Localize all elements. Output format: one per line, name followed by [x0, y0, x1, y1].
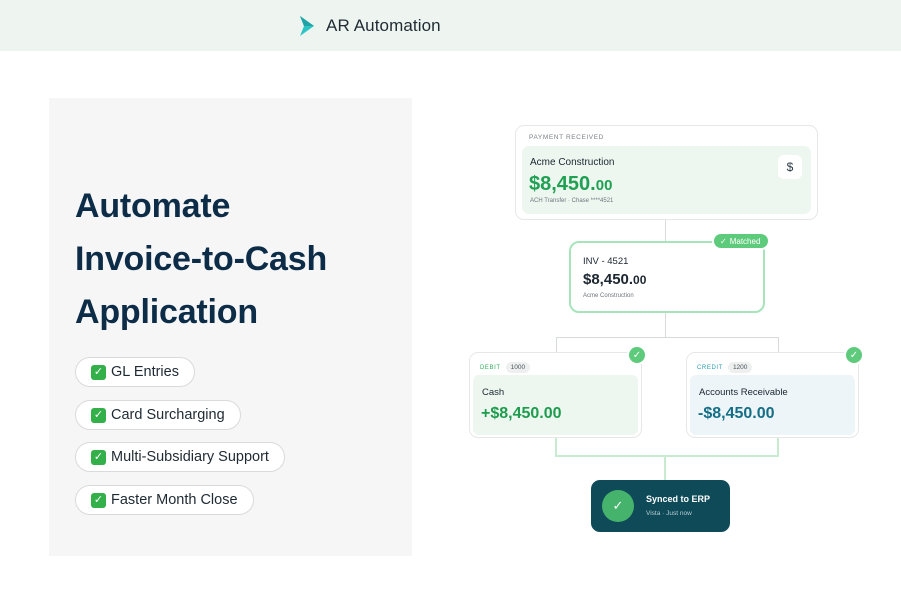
account-name: Accounts Receivable: [699, 387, 788, 398]
chevron-play-logo-icon: [300, 16, 314, 36]
connector-line: [778, 337, 779, 352]
invoice-amount: $8,450.00: [583, 271, 647, 288]
dollar-icon: $: [778, 155, 802, 179]
account-name: Cash: [482, 387, 505, 398]
hero-panel: Automate Invoice-to-Cash Application ✓ G…: [49, 98, 412, 556]
check-icon: ✓: [720, 236, 727, 246]
payer-name: Acme Construction: [530, 157, 615, 168]
connector-line: [555, 455, 779, 457]
check-circle-icon: ✓: [844, 345, 864, 365]
payment-received-card[interactable]: PAYMENT RECEIVED Acme Construction $8,45…: [515, 125, 818, 220]
check-box-icon: ✓: [91, 449, 106, 465]
headline-line-1: Automate: [75, 187, 231, 225]
feature-pill-gl-entries[interactable]: ✓ GL Entries: [75, 357, 195, 387]
check-circle-icon: ✓: [627, 345, 647, 365]
brand[interactable]: AR Automation: [298, 14, 441, 38]
connector-line: [556, 337, 779, 338]
synced-to-erp-card[interactable]: ✓ Synced to ERP Vista · Just now: [591, 480, 730, 532]
top-bar: AR Automation: [0, 0, 901, 51]
check-box-icon: ✓: [91, 407, 106, 423]
headline-line-2: Invoice-to-Cash: [75, 240, 328, 278]
headline-line-3: Application: [75, 293, 258, 331]
brand-name: AR Automation: [326, 16, 441, 35]
payment-meta: ACH Transfer · Chase ****4521: [530, 198, 614, 204]
section-label: PAYMENT RECEIVED: [529, 134, 604, 141]
entry-type: DEBIT: [480, 364, 501, 371]
connector-line: [665, 313, 666, 337]
invoice-client: Acme Construction: [583, 293, 634, 299]
account-code: 1200: [727, 362, 753, 373]
entry-detail: Cash +$8,450.00: [473, 375, 638, 435]
payment-detail: Acme Construction $8,450.00 ACH Transfer…: [522, 146, 811, 214]
credit-entry-card[interactable]: CREDIT 1200 Accounts Receivable -$8,450.…: [686, 352, 859, 438]
feature-label: Faster Month Close: [111, 492, 238, 508]
connector-line: [665, 220, 666, 241]
invoice-number: INV - 4521: [583, 256, 629, 267]
matched-label: Matched: [729, 236, 761, 246]
entry-tag: CREDIT 1200: [697, 362, 753, 373]
entry-amount: -$8,450.00: [698, 405, 775, 422]
feature-pill-card-surcharging[interactable]: ✓ Card Surcharging: [75, 400, 241, 430]
feature-label: Multi-Subsidiary Support: [111, 449, 269, 465]
sync-subtitle: Vista · Just now: [646, 510, 692, 517]
payment-amount: $8,450.00: [529, 173, 613, 195]
connector-line: [777, 438, 779, 456]
check-box-icon: ✓: [91, 364, 106, 380]
matched-badge: ✓ Matched: [712, 232, 771, 250]
connector-line: [555, 438, 557, 456]
connector-line: [664, 455, 666, 480]
feature-pill-faster-close[interactable]: ✓ Faster Month Close: [75, 485, 254, 515]
check-box-icon: ✓: [91, 492, 106, 508]
invoice-card[interactable]: INV - 4521 $8,450.00 Acme Construction: [569, 241, 765, 313]
connector-line: [556, 337, 557, 352]
entry-detail: Accounts Receivable -$8,450.00: [690, 375, 855, 435]
entry-amount: +$8,450.00: [481, 405, 562, 422]
debit-entry-card[interactable]: DEBIT 1000 Cash +$8,450.00: [469, 352, 642, 438]
entry-type: CREDIT: [697, 364, 723, 371]
account-code: 1000: [505, 362, 531, 373]
sync-title: Synced to ERP: [646, 494, 711, 504]
feature-pill-multi-subsidiary[interactable]: ✓ Multi-Subsidiary Support: [75, 442, 285, 472]
entry-tag: DEBIT 1000: [480, 362, 531, 373]
check-circle-icon: ✓: [602, 490, 634, 522]
feature-label: Card Surcharging: [111, 407, 225, 423]
feature-label: GL Entries: [111, 364, 179, 380]
headline: Automate Invoice-to-Cash Application: [75, 180, 405, 339]
